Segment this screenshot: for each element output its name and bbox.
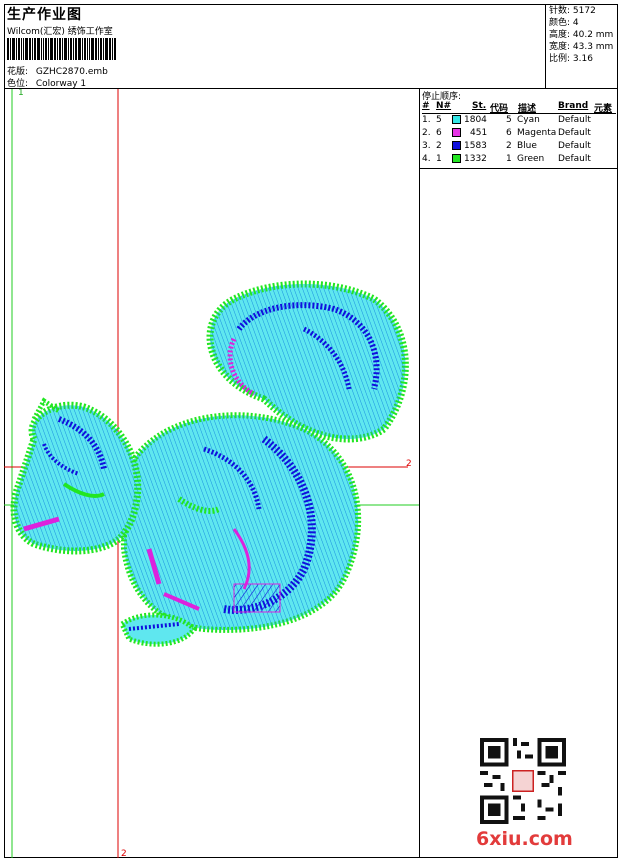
color-count: 颜色: 4 (549, 18, 579, 28)
row-needle: 2 (436, 141, 442, 151)
watermark-logo: 6xiu.com (476, 828, 573, 850)
row-index: 3. (422, 141, 431, 151)
stitch-count: 针数: 5172 (549, 6, 596, 16)
row-desc: Blue (517, 141, 537, 151)
row-stitches: 1332 (464, 154, 487, 164)
design-scale: 比例: 3.16 (549, 54, 593, 64)
row-brand: Default (558, 128, 591, 138)
col-brand: Brand (558, 101, 589, 111)
row-code: 1 (506, 154, 512, 164)
embroidery-preview: 1 2 2 (4, 89, 419, 858)
row-brand: Default (558, 141, 591, 151)
color-swatch (452, 154, 461, 163)
color-swatch (452, 128, 461, 137)
row-needle: 1 (436, 154, 442, 164)
squirrel-head (10, 397, 142, 555)
col-code: 代码 (490, 104, 509, 114)
row-brand: Default (558, 154, 591, 164)
color-swatch (452, 141, 461, 150)
colorway-line: 色位: Colorway 1 (7, 76, 86, 89)
col-desc: 描述 (518, 104, 537, 114)
row-code: 6 (506, 128, 512, 138)
col-needle: N# (436, 101, 452, 111)
stop-sequence-panel: 停止顺序: # N# St. 代码 描述 Brand 元素 1. 5 1804 … (420, 89, 618, 169)
colorway-label: 色位: (7, 79, 29, 89)
row-brand: Default (558, 115, 591, 125)
row-index: 1. (422, 115, 431, 125)
row-needle: 5 (436, 115, 442, 125)
col-stitches: St. (472, 101, 487, 111)
qr-code (480, 738, 566, 824)
row-index: 4. (422, 154, 431, 164)
row-code: 2 (506, 141, 512, 151)
header: 生产作业图 Wilcom(汇宏) 绣饰工作室 花版: GZHC2870.emb … (4, 4, 618, 89)
row-needle: 6 (436, 128, 442, 138)
col-index: # (422, 101, 430, 111)
header-info: 生产作业图 Wilcom(汇宏) 绣饰工作室 花版: GZHC2870.emb … (4, 4, 545, 89)
row-code: 5 (506, 115, 512, 125)
colorway-value: Colorway 1 (35, 79, 87, 89)
design-height: 高度: 40.2 mm (549, 30, 614, 40)
marker-top: 1 (18, 89, 24, 98)
table-row[interactable]: 1. 5 1804 5 Cyan Default (422, 115, 616, 128)
studio-subtitle: Wilcom(汇宏) 绣饰工作室 (7, 27, 113, 37)
design-canvas[interactable]: 1 2 2 (4, 89, 420, 858)
row-stitches: 451 (470, 128, 488, 138)
page-title: 生产作业图 (7, 7, 82, 23)
col-element: 元素 (594, 104, 613, 114)
table-row[interactable]: 4. 1 1332 1 Green Default (422, 154, 616, 167)
design-width: 宽度: 43.3 mm (549, 42, 614, 52)
design-stats: 针数: 5172 颜色: 4 高度: 40.2 mm 宽度: 43.3 mm 比… (545, 4, 618, 88)
table-row[interactable]: 2. 6 451 6 Magenta Default (422, 128, 616, 141)
barcode (7, 38, 155, 60)
table-row[interactable]: 3. 2 1583 2 Blue Default (422, 141, 616, 154)
stop-sequence-columns: # N# St. 代码 描述 Brand 元素 (422, 101, 616, 114)
row-desc: Cyan (517, 115, 540, 125)
marker-right: 2 (406, 459, 412, 469)
color-swatch (452, 115, 461, 124)
marker-bottom: 2 (121, 849, 127, 858)
row-stitches: 1583 (464, 141, 487, 151)
row-desc: Green (517, 154, 545, 164)
row-stitches: 1804 (464, 115, 487, 125)
row-index: 2. (422, 128, 431, 138)
row-desc: Magenta (517, 128, 557, 138)
squirrel-body (121, 412, 362, 633)
